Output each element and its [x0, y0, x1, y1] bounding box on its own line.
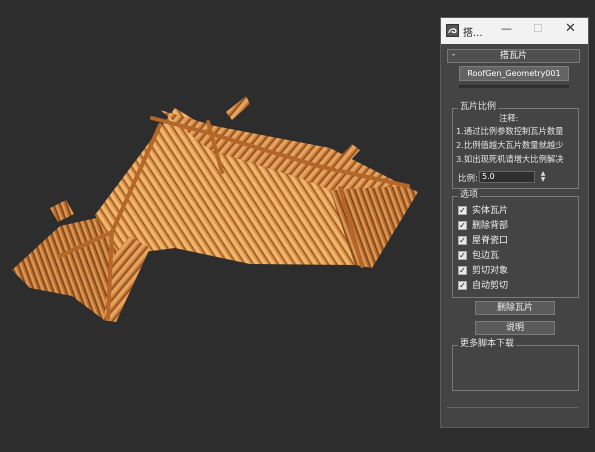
rollout-header[interactable]: - 搭瓦片: [447, 49, 580, 63]
window-titlebar[interactable]: 搭... — ☐ ✕: [441, 18, 588, 44]
option-label: 屋脊瓷口: [472, 236, 509, 246]
option-label: 自动剪切: [472, 281, 509, 291]
checkbox-checked-icon[interactable]: ✓: [458, 236, 467, 245]
roof-model: [12, 96, 418, 322]
checkbox-checked-icon[interactable]: ✓: [458, 221, 467, 230]
rollout-title: 搭瓦片: [499, 51, 527, 61]
checkbox-checked-icon[interactable]: ✓: [458, 206, 467, 215]
tile-ratio-group-title: 瓦片比例: [458, 102, 499, 113]
ratio-spinner-input[interactable]: 5.0: [479, 171, 535, 183]
checkbox-checked-icon[interactable]: ✓: [458, 281, 467, 290]
option-label: 实体瓦片: [472, 206, 509, 216]
window-title: 搭...: [463, 28, 483, 39]
note-heading: 注释:: [499, 113, 519, 123]
more-scripts-group-title: 更多脚本下载: [458, 339, 517, 350]
option-label: 剪切对象: [472, 266, 509, 276]
tile-ratio-group: 瓦片比例 注释: 1.通过比例参数控制瓦片数量 2.比例值越大瓦片数量就越少 3…: [452, 102, 579, 189]
close-button[interactable]: ✕: [565, 21, 576, 36]
geometry-progress-bar: [459, 85, 569, 88]
help-button[interactable]: 说明: [475, 321, 555, 335]
options-group: 选项 ✓ 实体瓦片 ✓ 删除背部 ✓ 屋脊瓷口 ✓ 包边瓦 ✓ 剪切对象 ✓ 自…: [452, 190, 579, 298]
pick-geometry-button[interactable]: RoofGen_Geometry001: [459, 66, 569, 81]
roof-tile-tool-window: 搭... — ☐ ✕ - 搭瓦片 RoofGen_Geometry001 瓦片比…: [440, 17, 589, 428]
note-line-2: 2.比例值越大瓦片数量就越少: [456, 140, 564, 150]
spinner-arrows-icon[interactable]: ▲ ▼: [539, 171, 547, 183]
checkbox-checked-icon[interactable]: ✓: [458, 266, 467, 275]
note-line-1: 1.通过比例参数控制瓦片数量: [456, 126, 564, 136]
option-label: 包边瓦: [472, 251, 500, 261]
delete-tiles-button[interactable]: 删除瓦片: [475, 301, 555, 315]
option-label: 删除背部: [472, 221, 509, 231]
minimize-button[interactable]: —: [501, 22, 512, 35]
more-scripts-group[interactable]: 更多脚本下载: [452, 339, 579, 391]
ratio-label: 比例:: [458, 174, 478, 184]
3dsmax-app-icon: [446, 24, 459, 37]
note-line-3: 3.如出现死机请增大比例解决: [456, 154, 564, 164]
options-group-title: 选项: [458, 190, 481, 201]
checkbox-checked-icon[interactable]: ✓: [458, 251, 467, 260]
panel-divider: [447, 407, 578, 411]
maximize-button[interactable]: ☐: [533, 22, 543, 35]
